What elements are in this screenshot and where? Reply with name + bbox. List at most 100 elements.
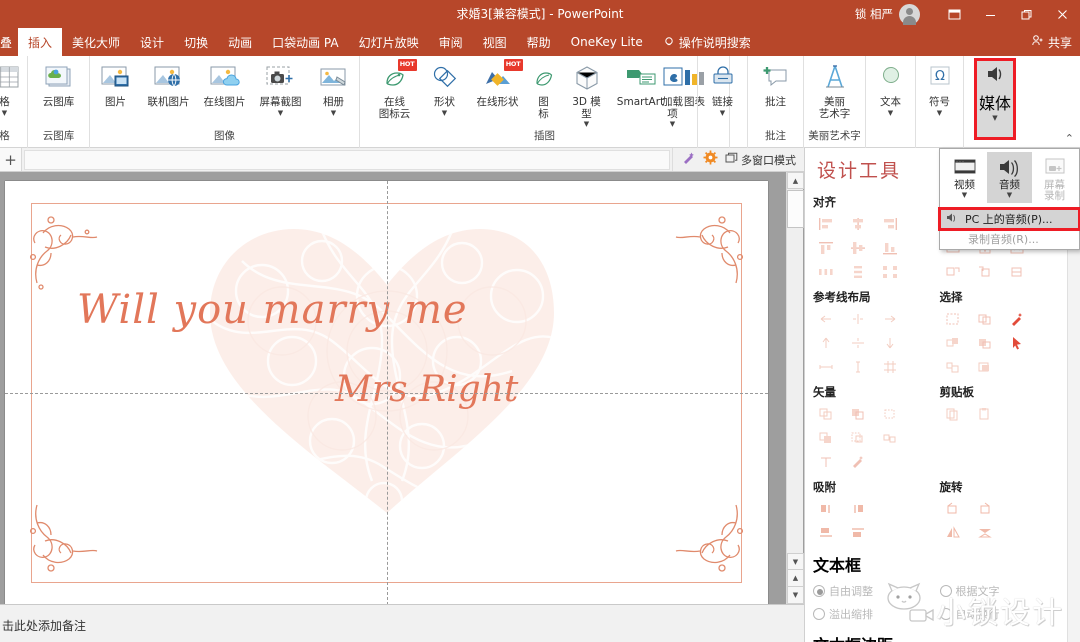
toolbar-input-field[interactable] [24, 150, 670, 170]
rotate-right-icon[interactable] [972, 498, 998, 520]
guide-h-span-icon[interactable] [813, 356, 839, 378]
align-right-icon[interactable] [877, 213, 903, 235]
ribbon-item-shapes[interactable]: 形状 ▼ [420, 59, 470, 117]
chevron-down-icon[interactable]: ▼ [584, 121, 589, 128]
ribbon-item-wordart[interactable]: 美丽 艺术字 [810, 59, 860, 120]
select-shape-icon[interactable] [940, 332, 966, 354]
snap-top-icon[interactable] [813, 522, 839, 544]
media-menu-video[interactable]: 视频 ▼ [942, 152, 987, 203]
tell-me-search[interactable]: 操作说明搜索 [653, 28, 761, 56]
align-bottom-icon[interactable] [877, 237, 903, 259]
ribbon-display-options-icon[interactable] [936, 0, 972, 28]
text-vector-icon[interactable] [813, 451, 839, 473]
tab-design[interactable]: 设计 [130, 28, 174, 56]
size-grow-icon[interactable] [940, 261, 966, 283]
user-avatar-icon[interactable] [899, 4, 920, 25]
tab-insert[interactable]: 插入 [18, 28, 62, 56]
guide-center-icon[interactable] [845, 308, 871, 330]
notes-pane[interactable]: 击此处添加备注 [0, 604, 804, 642]
textbox-option-resize-to-text[interactable]: 根据文字 [940, 583, 1067, 599]
slide-edit-area[interactable]: Will you marry me Mrs.Right [0, 172, 804, 604]
tab-beautify[interactable]: 美化大师 [62, 28, 130, 56]
chevron-down-icon[interactable]: ▼ [937, 110, 942, 117]
tab-view[interactable]: 视图 [473, 28, 517, 56]
tab-onekey-lite[interactable]: OneKey Lite [561, 28, 653, 56]
ribbon-item-cloud-gallery[interactable]: 云图库 [34, 59, 84, 109]
tab-slideshow[interactable]: 幻灯片放映 [349, 28, 429, 56]
radio-unselected-icon[interactable] [940, 608, 952, 620]
ribbon-item-table[interactable]: 格 ▼ [0, 59, 23, 117]
account-name[interactable]: 锁 相严 [855, 6, 893, 22]
split-icon[interactable] [877, 427, 903, 449]
ribbon-item-3d-model[interactable]: 3D 模 型 ▼ [562, 59, 612, 128]
media-menu-audio[interactable]: 音频 ▼ [987, 152, 1032, 203]
paste-icon[interactable] [972, 403, 998, 425]
align-top-icon[interactable] [813, 237, 839, 259]
magic-select-icon[interactable] [1004, 308, 1030, 330]
chevron-down-icon[interactable]: ▼ [888, 110, 893, 117]
ribbon-item-online-shapes[interactable]: HOT 在线形状 [470, 59, 526, 109]
notes-placeholder[interactable]: 击此处添加备注 [2, 617, 86, 634]
fragment-icon[interactable] [877, 403, 903, 425]
radio-unselected-icon[interactable] [813, 608, 825, 620]
align-center-h-icon[interactable] [845, 213, 871, 235]
textbox-option-shrink-overflow[interactable]: 溢出缩排 [813, 606, 940, 622]
chevron-down-icon[interactable]: ▼ [720, 110, 725, 117]
chevron-down-icon[interactable]: ▼ [278, 110, 283, 117]
scroll-up-icon[interactable]: ▲ [787, 172, 804, 189]
radio-selected-icon[interactable] [813, 585, 825, 597]
guide-top-icon[interactable] [813, 332, 839, 354]
ribbon-item-cloud-picture[interactable]: 在线图片 [197, 59, 253, 109]
chevron-down-icon[interactable]: ▼ [2, 110, 7, 117]
ribbon-item-text[interactable]: 文本 ▼ [866, 59, 916, 117]
chevron-down-icon[interactable]: ▼ [670, 121, 675, 128]
minimize-icon[interactable] [972, 0, 1008, 28]
subtract-icon[interactable] [845, 427, 871, 449]
ribbon-item-picture[interactable]: 图片 [91, 59, 141, 109]
select-overlap-icon[interactable] [972, 332, 998, 354]
previous-slide-icon[interactable]: ▲ [787, 570, 804, 587]
ribbon-item-link[interactable]: 链接 ▼ [698, 59, 748, 117]
radio-unselected-icon[interactable] [940, 585, 952, 597]
multi-window-mode-button[interactable]: 多窗口模式 [725, 152, 796, 168]
close-icon[interactable] [1044, 0, 1080, 28]
chevron-down-icon[interactable]: ▼ [1007, 192, 1012, 199]
flip-v-icon[interactable] [972, 522, 998, 544]
select-invert-icon[interactable] [972, 356, 998, 378]
ribbon-item-online-icon-cloud[interactable]: HOT 在线 图标云 [370, 59, 420, 120]
guide-grid-icon[interactable] [877, 356, 903, 378]
magic-wand-icon[interactable] [681, 150, 696, 169]
scatter-icon[interactable] [877, 261, 903, 283]
guide-v-span-icon[interactable] [845, 356, 871, 378]
tab-help[interactable]: 帮助 [517, 28, 561, 56]
flip-h-icon[interactable] [940, 522, 966, 544]
media-menu-item-audio-on-pc[interactable]: PC 上的音频(P)... [940, 209, 1079, 229]
slide-vertical-scrollbar[interactable]: ▲ ▼ ▲ ▼ [786, 172, 803, 604]
guide-middle-icon[interactable] [845, 332, 871, 354]
size-shrink-icon[interactable] [972, 261, 998, 283]
ribbon-item-comment[interactable]: 批注 [751, 59, 801, 109]
copy-icon[interactable] [940, 403, 966, 425]
ribbon-item-online-picture[interactable]: 联机图片 [141, 59, 197, 109]
textbox-option-wrap-text[interactable]: 自动换行 [940, 606, 1067, 622]
select-all-icon[interactable] [940, 308, 966, 330]
ribbon-item-screenshot[interactable]: 屏幕截图 ▼ [253, 59, 309, 117]
tab-review[interactable]: 审阅 [429, 28, 473, 56]
intersect-icon[interactable] [813, 427, 839, 449]
snap-left-icon[interactable] [813, 498, 839, 520]
ribbon-item-media[interactable]: 媒体 ▼ [974, 58, 1016, 140]
align-middle-icon[interactable] [845, 237, 871, 259]
select-pointer-icon[interactable] [1004, 332, 1030, 354]
tab-pocket-anim[interactable]: 口袋动画 PA [262, 28, 349, 56]
next-slide-icon[interactable]: ▼ [787, 587, 804, 604]
ribbon-item-symbol[interactable]: Ω 符号 ▼ [915, 59, 965, 117]
distribute-h-icon[interactable] [813, 261, 839, 283]
restore-icon[interactable] [1008, 0, 1044, 28]
guide-bottom-icon[interactable] [877, 332, 903, 354]
guide-right-icon[interactable] [877, 308, 903, 330]
chevron-down-icon[interactable]: ▼ [442, 110, 447, 117]
scrollbar-thumb[interactable] [787, 190, 804, 228]
share-button[interactable]: 共享 [1031, 28, 1072, 56]
tab-animations[interactable]: 动画 [218, 28, 262, 56]
chevron-down-icon[interactable]: ▼ [992, 115, 997, 122]
